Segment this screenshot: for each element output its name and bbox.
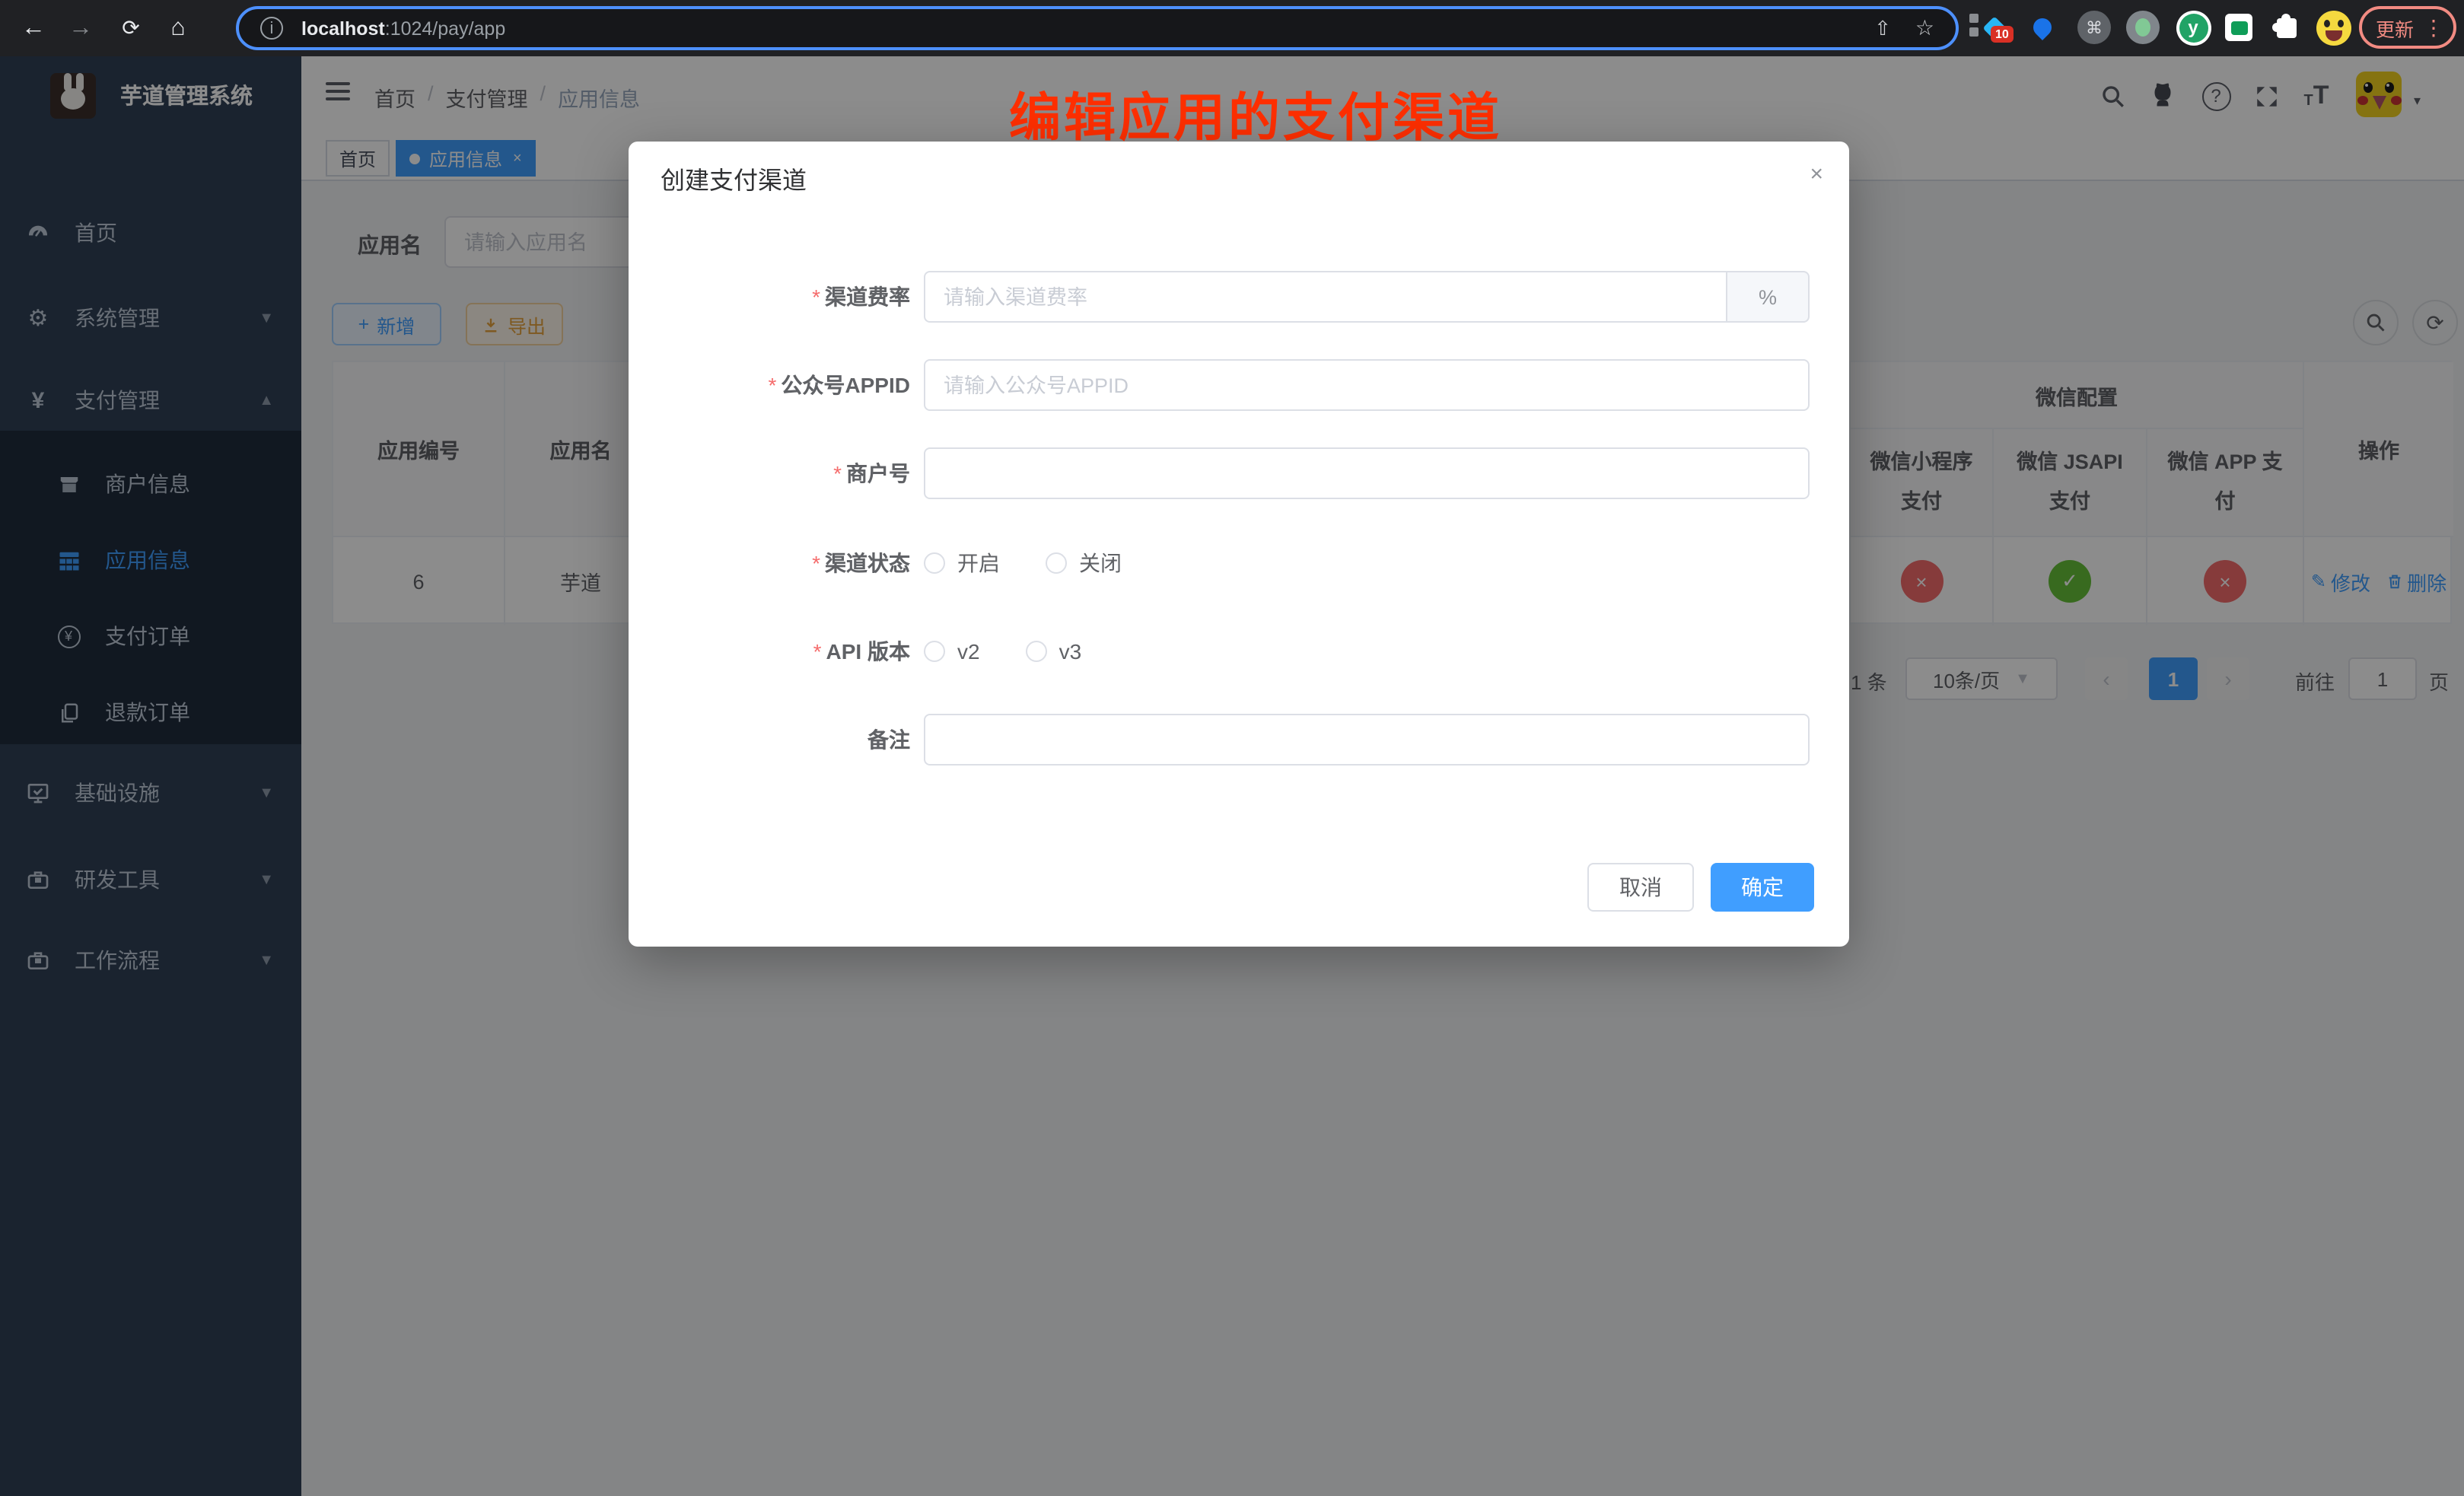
merchant-id-input[interactable] [924, 447, 1810, 499]
extension-icon-3[interactable]: ⌘ [2076, 9, 2112, 46]
status-off-radio[interactable]: 关闭 [1046, 548, 1122, 578]
profile-avatar-icon[interactable] [2315, 9, 2351, 46]
browser-forward-icon[interactable]: → [59, 0, 102, 56]
rate-input[interactable] [924, 271, 1726, 323]
confirm-button[interactable]: 确定 [1711, 863, 1814, 912]
remark-label: 备注 [629, 724, 924, 755]
status-on-radio[interactable]: 开启 [924, 548, 1000, 578]
address-bar[interactable]: i localhost:1024/pay/app ⇧ ☆ [236, 6, 1959, 50]
extension-icon-5[interactable]: y [2175, 9, 2211, 46]
url-host: localhost [301, 18, 385, 39]
extension-icon-2[interactable] [2024, 9, 2061, 46]
percent-suffix: % [1726, 271, 1810, 323]
api-v2-radio[interactable]: v2 [924, 639, 980, 664]
merchant-id-label: *商户号 [629, 458, 924, 489]
api-v3-radio[interactable]: v3 [1026, 639, 1082, 664]
channel-status-label: *渠道状态 [629, 548, 924, 578]
bookmark-star-icon[interactable]: ☆ [1915, 15, 1934, 41]
update-label: 更新 [2376, 13, 2414, 42]
extension-icon-4[interactable] [2125, 9, 2161, 46]
share-icon[interactable]: ⇧ [1874, 16, 1891, 40]
browser-reload-icon[interactable]: ⟳ [110, 0, 152, 56]
radio-circle [1046, 552, 1067, 574]
extension-puzzle-icon[interactable] [2268, 9, 2304, 46]
browser-back-icon[interactable]: ← [12, 0, 55, 56]
api-version-label: *API 版本 [629, 636, 924, 667]
dialog-title: 创建支付渠道 [661, 160, 807, 196]
create-pay-channel-dialog: 创建支付渠道 × *渠道费率 % *公众号APPID *商户号 *渠道状态 [629, 142, 1849, 947]
cancel-button[interactable]: 取消 [1587, 863, 1694, 912]
extension-icon-1[interactable]: 10 [1975, 9, 2012, 46]
url-path: :1024/pay/app [385, 18, 506, 39]
appid-input[interactable] [924, 359, 1810, 411]
dialog-close-icon[interactable]: × [1810, 161, 1823, 187]
radio-circle [924, 552, 945, 574]
appid-label: *公众号APPID [629, 370, 924, 400]
rate-label: *渠道费率 [629, 282, 924, 312]
remark-input[interactable] [924, 714, 1810, 766]
browser-update-button[interactable]: 更新 ⋮ [2359, 6, 2456, 49]
radio-circle [1026, 641, 1047, 662]
screen: ← → ⟳ ⌂ i localhost:1024/pay/app ⇧ ☆ 10 … [0, 0, 2464, 1496]
browser-menu-icon[interactable]: ⋮ [2423, 14, 2444, 40]
browser-chrome: ← → ⟳ ⌂ i localhost:1024/pay/app ⇧ ☆ 10 … [0, 0, 2464, 56]
extension-badge: 10 [1991, 26, 2014, 43]
browser-home-icon[interactable]: ⌂ [157, 0, 199, 56]
site-info-icon[interactable]: i [260, 17, 283, 40]
annotation-text: 编辑应用的支付渠道 [852, 76, 1659, 151]
radio-circle [924, 641, 945, 662]
extension-icon-6[interactable] [2220, 9, 2257, 46]
